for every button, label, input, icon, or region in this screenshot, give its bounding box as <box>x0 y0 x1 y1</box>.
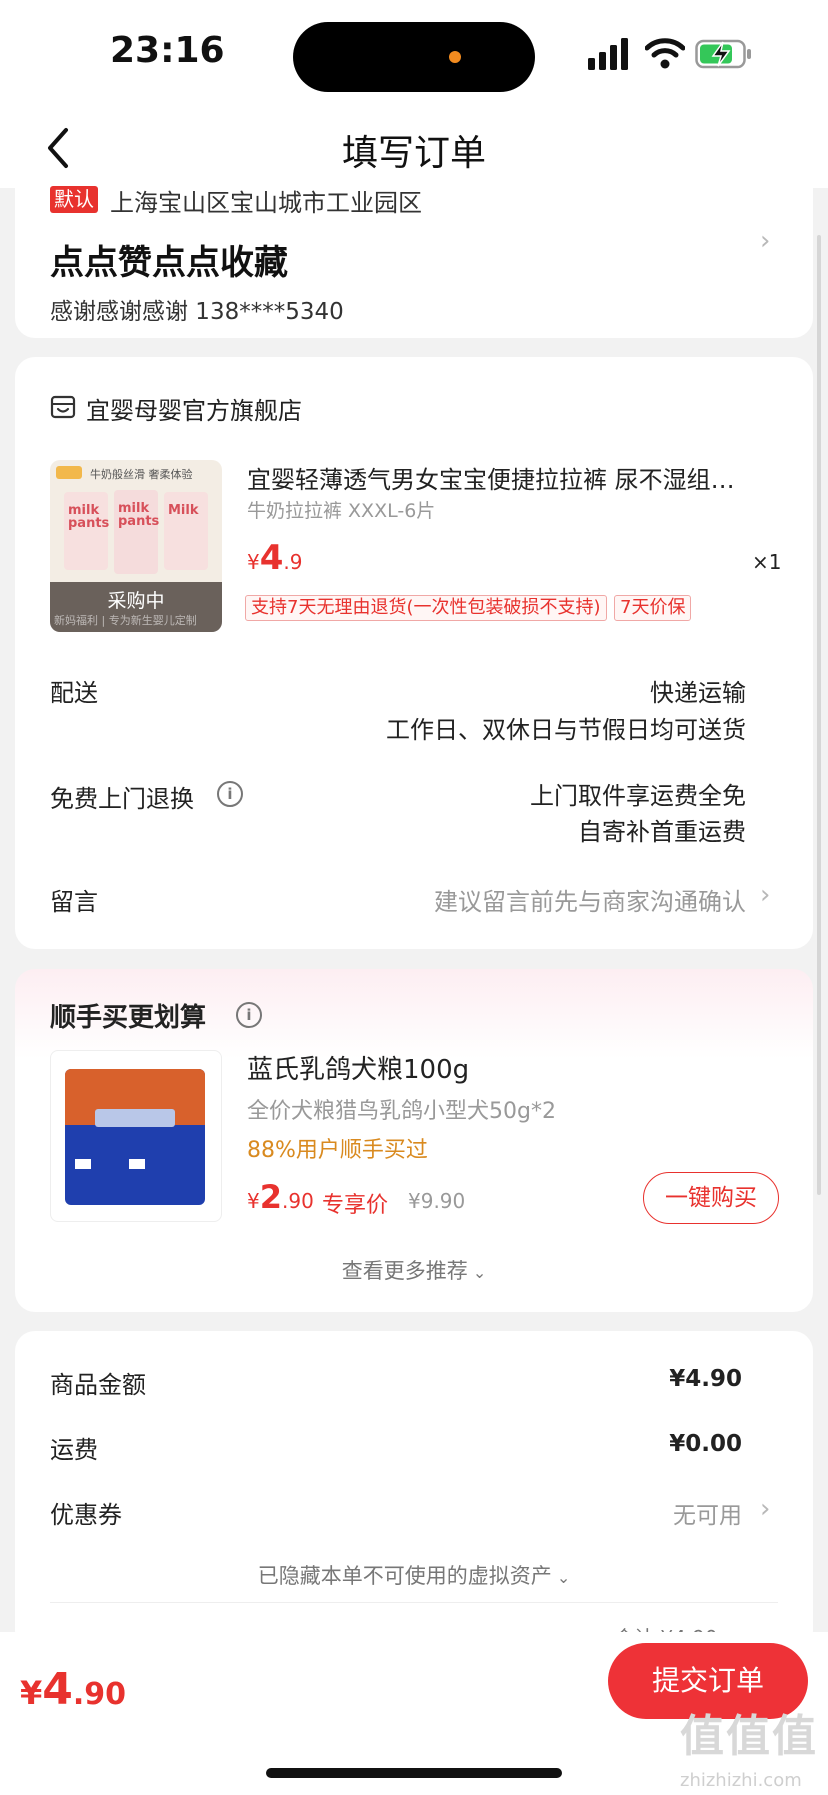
upsell-info-icon[interactable]: i <box>236 1002 262 1028</box>
purchasing-label: 采购中 <box>107 590 165 612</box>
product-image-brand-mark <box>56 466 82 479</box>
shipping-value: ¥0.00 <box>669 1431 742 1457</box>
shop-card <box>15 357 813 949</box>
free-return-value1: 上门取件享运费全免 <box>530 782 746 810</box>
coupon-label: 优惠券 <box>50 1501 122 1529</box>
chevron-down-icon: ⌄ <box>467 1263 487 1282</box>
cellular-signal-icon <box>588 38 628 70</box>
hidden-assets-toggle[interactable]: 已隐藏本单不可使用的虚拟资产 ⌄ <box>0 1560 828 1590</box>
product-pack-1: milk pants <box>64 492 109 570</box>
message-input[interactable]: 建议留言前先与商家沟通确认 <box>434 882 746 917</box>
product-pack-3: Milk <box>164 492 208 570</box>
product-price: ¥4.9 <box>247 538 303 578</box>
return-policy-badge: 支持7天无理由退货(一次性包装破损不支持) <box>245 595 607 621</box>
upsell-original-price: ¥9.90 <box>408 1189 466 1213</box>
delivery-schedule: 工作日、双休日与节假日均可送货 <box>386 716 746 744</box>
product-pack-2: milk pants <box>114 490 159 574</box>
upsell-social-proof: 88%用户顺手买过 <box>247 1138 428 1163</box>
address-contact: 感谢感谢感谢 138****5340 <box>50 299 344 325</box>
see-more-recommendations[interactable]: 查看更多推荐 ⌄ <box>0 1255 828 1285</box>
dog-food-bag-badge-2 <box>129 1159 145 1169</box>
address-region: 上海宝山区宝山城市工业园区 <box>110 189 422 217</box>
product-price-int: 4 <box>259 538 284 578</box>
coupon-value[interactable]: 无可用 <box>673 1496 742 1530</box>
message-label: 留言 <box>50 888 98 916</box>
upsell-title: 顺手买更划算 <box>50 1003 207 1033</box>
product-qty: ×1 <box>752 550 782 574</box>
shop-name[interactable]: 宜婴母婴官方旗舰店 <box>86 391 302 426</box>
chevron-down-icon: ⌄ <box>551 1568 571 1587</box>
page-title: 填写订单 <box>341 133 486 174</box>
recording-indicator-icon <box>449 51 461 63</box>
default-address-tag: 默认 <box>50 186 98 213</box>
product-price-dec: .9 <box>283 550 303 574</box>
upsell-price-tag: 专享价 <box>322 1193 389 1218</box>
scrollbar[interactable] <box>817 235 821 1195</box>
goods-amount-value: ¥4.90 <box>669 1366 742 1392</box>
message-chevron-icon: › <box>760 880 771 910</box>
see-more-label: 查看更多推荐 <box>341 1259 468 1283</box>
product-price-symbol: ¥ <box>247 550 260 574</box>
home-indicator[interactable] <box>266 1768 562 1778</box>
free-return-label: 免费上门退换 <box>50 785 194 813</box>
store-icon <box>50 395 76 419</box>
goods-amount-label: 商品金额 <box>50 1371 146 1399</box>
address-chevron-icon: › <box>760 226 771 256</box>
summary-divider <box>50 1602 778 1603</box>
watermark-url: zhizhizhi.com <box>680 1770 802 1791</box>
dog-food-bag-badge <box>75 1159 91 1169</box>
status-time: 23:16 <box>110 30 225 71</box>
address-detail: 点点赞点点收藏 <box>50 243 288 283</box>
dog-food-bag-band <box>95 1109 175 1127</box>
upsell-product-spec: 全价犬粮猎鸟乳鸽小型犬50g*2 <box>247 1099 556 1124</box>
upsell-price-int: 2 <box>259 1178 282 1216</box>
bottom-price-dec: .90 <box>72 1677 127 1712</box>
free-return-value2: 自寄补首重运费 <box>578 818 746 846</box>
product-image-bottom-text: 新妈福利 | 专为新生婴儿定制 <box>54 614 197 627</box>
product-image[interactable]: 牛奶般丝滑 奢柔体验 milk pants milk pants Milk 采购中 … <box>50 460 222 632</box>
bottom-price-symbol: ¥ <box>20 1674 43 1712</box>
coupon-chevron-icon: › <box>760 1494 771 1524</box>
free-return-info-icon[interactable]: i <box>217 781 243 807</box>
hidden-assets-label: 已隐藏本单不可使用的虚拟资产 <box>257 1564 552 1588</box>
battery-charging-icon <box>695 39 751 69</box>
delivery-label: 配送 <box>50 679 98 707</box>
shipping-label: 运费 <box>50 1436 98 1464</box>
upsell-product-image[interactable] <box>50 1050 222 1222</box>
dynamic-island <box>293 22 535 92</box>
one-click-buy-button[interactable]: 一键购买 <box>643 1172 779 1224</box>
status-bar: 23:16 <box>0 0 828 110</box>
product-title[interactable]: 宜婴轻薄透气男女宝宝便捷拉拉裤 尿不湿组… <box>247 460 735 495</box>
upsell-price-symbol: ¥ <box>247 1189 260 1213</box>
wifi-icon <box>645 38 685 69</box>
delivery-method: 快递运输 <box>650 679 746 707</box>
dog-food-bag <box>65 1069 205 1205</box>
product-image-top-text: 牛奶般丝滑 奢柔体验 <box>90 468 193 481</box>
bottom-total-price: ¥4.90 <box>20 1664 126 1715</box>
upsell-price-dec: .90 <box>282 1189 314 1213</box>
price-protect-badge: 7天价保 <box>614 595 692 621</box>
product-spec[interactable]: 牛奶拉拉裤 XXXL-6片 <box>247 496 435 523</box>
watermark-logo: 值值值 <box>680 1711 818 1762</box>
upsell-product-title[interactable]: 蓝氏乳鸽犬粮100g <box>247 1049 469 1086</box>
upsell-price: ¥2.90 <box>247 1178 314 1216</box>
bottom-price-int: 4 <box>42 1664 73 1715</box>
